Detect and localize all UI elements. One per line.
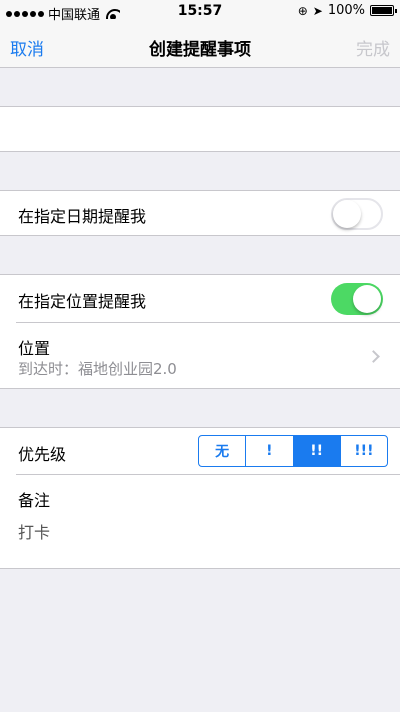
location-row[interactable]: 位置 到达时：福地创业园2.0	[0, 323, 400, 389]
title-field-cell	[0, 106, 400, 152]
priority-label: 优先级	[18, 445, 67, 464]
location-label: 位置	[18, 339, 51, 358]
status-right: ⊕ ➤ 100%	[297, 3, 397, 18]
date-reminder-toggle[interactable]	[331, 198, 383, 230]
status-bar: 中国联通 15:57 ⊕ ➤ 100%	[0, 0, 400, 23]
priority-option-low[interactable]: !	[246, 436, 294, 466]
rotation-lock-icon: ⊕	[297, 3, 308, 18]
location-reminder-group: 在指定位置提醒我 位置 到达时：福地创业园2.0	[0, 274, 400, 389]
priority-notes-group: 优先级 无 ! !! !!! 备注 打卡	[0, 427, 400, 569]
battery-icon	[370, 5, 397, 16]
battery-percent: 100%	[327, 3, 365, 18]
date-reminder-label: 在指定日期提醒我	[18, 207, 147, 226]
location-arrow-icon: ➤	[312, 3, 323, 18]
toggle-knob	[333, 200, 361, 228]
location-reminder-toggle[interactable]	[331, 283, 383, 315]
notes-label: 备注	[18, 491, 51, 510]
priority-option-none[interactable]: 无	[199, 436, 247, 466]
location-reminder-label: 在指定位置提醒我	[18, 292, 147, 311]
page-title: 创建提醒事项	[149, 40, 251, 60]
priority-option-high[interactable]: !!!	[341, 436, 387, 466]
date-reminder-cell: 在指定日期提醒我	[0, 190, 400, 236]
navigation-bar: 取消 创建提醒事项 完成	[0, 22, 400, 68]
priority-segmented-control: 无 ! !! !!!	[198, 435, 388, 467]
divider	[16, 474, 400, 475]
toggle-knob	[353, 285, 381, 313]
notes-textarea[interactable]: 打卡	[18, 519, 50, 543]
priority-option-medium[interactable]: !!	[293, 436, 341, 466]
done-button[interactable]: 完成	[356, 35, 390, 60]
title-input[interactable]	[16, 115, 384, 145]
chevron-right-icon	[367, 350, 380, 363]
location-value: 到达时：福地创业园2.0	[18, 360, 177, 378]
